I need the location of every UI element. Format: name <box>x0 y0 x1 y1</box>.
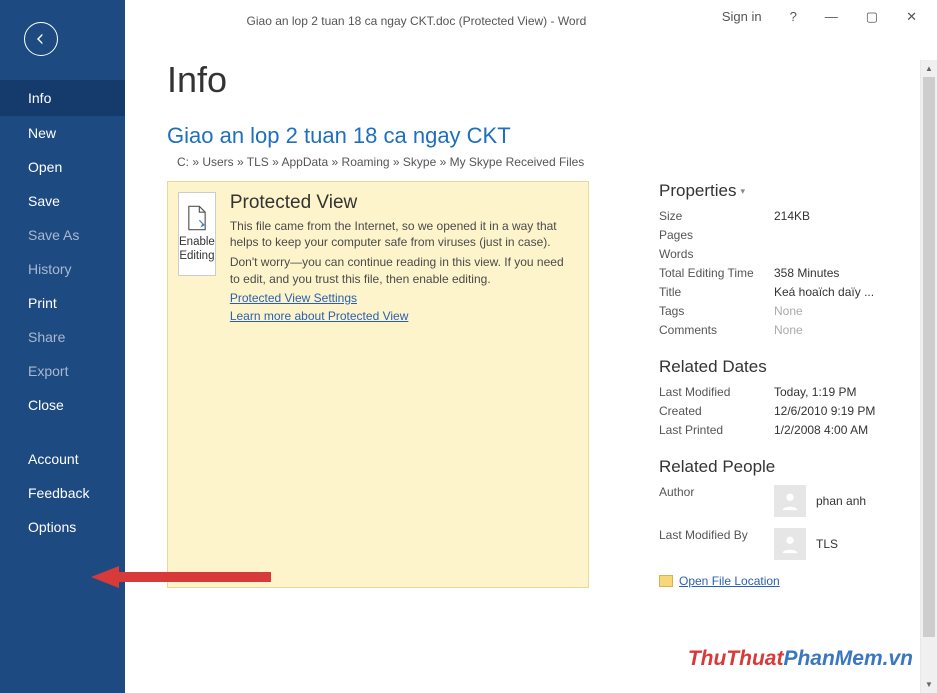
protected-view-panel: Enable Editing Protected View This file … <box>167 181 589 588</box>
watermark-c: .vn <box>883 647 913 670</box>
nav-feedback[interactable]: Feedback <box>0 476 125 510</box>
property-value[interactable]: None <box>774 304 803 318</box>
nav-options[interactable]: Options <box>0 510 125 544</box>
nav-print[interactable]: Print <box>0 286 125 320</box>
backstage-sidebar: Info New Open Save Save As History Print… <box>0 0 125 693</box>
property-row: Pages <box>659 228 920 242</box>
property-value[interactable]: 214KB <box>774 209 810 223</box>
watermark-b: PhanMem <box>783 647 882 670</box>
date-value: 1/2/2008 4:00 AM <box>774 423 868 437</box>
document-title: Giao an lop 2 tuan 18 ca ngay CKT <box>167 123 920 149</box>
window-title: Giao an lop 2 tuan 18 ca ngay CKT.doc (P… <box>125 6 708 28</box>
scroll-down-button[interactable]: ▼ <box>921 676 937 693</box>
page-title: Info <box>167 59 920 101</box>
close-button[interactable]: ✕ <box>892 2 931 32</box>
properties-panel: Properties Size214KBPagesWordsTotal Edit… <box>659 181 920 588</box>
modified-by-row[interactable]: TLS <box>774 528 838 560</box>
folder-icon <box>659 575 673 587</box>
property-label: Comments <box>659 323 774 337</box>
vertical-scrollbar[interactable]: ▲ ▼ <box>920 60 937 693</box>
learn-more-link[interactable]: Learn more about Protected View <box>230 309 572 323</box>
property-row: Total Editing Time358 Minutes <box>659 266 920 280</box>
author-label: Author <box>659 485 774 523</box>
help-button[interactable]: ? <box>776 2 811 31</box>
watermark: ThuThuatPhanMem.vn <box>688 647 913 671</box>
nav-save[interactable]: Save <box>0 184 125 218</box>
author-name: phan anh <box>816 494 866 508</box>
date-value: 12/6/2010 9:19 PM <box>774 404 875 418</box>
nav-list: Info New Open Save Save As History Print… <box>0 80 125 544</box>
date-row: Last ModifiedToday, 1:19 PM <box>659 385 920 399</box>
document-edit-icon <box>183 204 211 232</box>
modified-by-label: Last Modified By <box>659 528 774 566</box>
date-label: Last Modified <box>659 385 774 399</box>
author-row[interactable]: phan anh <box>774 485 866 517</box>
avatar-icon <box>774 528 806 560</box>
enable-editing-label-2: Editing <box>179 250 214 264</box>
nav-history[interactable]: History <box>0 252 125 286</box>
open-file-location-link[interactable]: Open File Location <box>659 574 920 588</box>
protected-view-settings-link[interactable]: Protected View Settings <box>230 291 572 305</box>
protected-view-heading: Protected View <box>230 192 572 214</box>
document-path: C: » Users » TLS » AppData » Roaming » S… <box>167 155 920 169</box>
nav-share[interactable]: Share <box>0 320 125 354</box>
nav-export[interactable]: Export <box>0 354 125 388</box>
nav-account[interactable]: Account <box>0 442 125 476</box>
nav-open[interactable]: Open <box>0 150 125 184</box>
property-label: Total Editing Time <box>659 266 774 280</box>
modified-by-name: TLS <box>816 537 838 551</box>
property-row: CommentsNone <box>659 323 920 337</box>
nav-info[interactable]: Info <box>0 80 125 116</box>
maximize-button[interactable]: ▢ <box>852 2 892 32</box>
watermark-a: ThuThuat <box>688 647 784 670</box>
property-label: Pages <box>659 228 774 242</box>
content-row: Enable Editing Protected View This file … <box>167 181 920 588</box>
scroll-up-button[interactable]: ▲ <box>921 60 937 77</box>
back-button[interactable] <box>24 22 58 56</box>
enable-editing-button[interactable]: Enable Editing <box>178 192 216 276</box>
related-people-heading: Related People <box>659 457 920 477</box>
nav-save-as[interactable]: Save As <box>0 218 125 252</box>
property-label: Words <box>659 247 774 261</box>
enable-editing-label-1: Enable <box>179 236 215 250</box>
date-row: Last Printed1/2/2008 4:00 AM <box>659 423 920 437</box>
property-label: Title <box>659 285 774 299</box>
nav-close[interactable]: Close <box>0 388 125 422</box>
protected-view-desc-1: This file came from the Internet, so we … <box>230 218 572 250</box>
property-value[interactable]: 358 Minutes <box>774 266 839 280</box>
avatar-icon <box>774 485 806 517</box>
property-row: Words <box>659 247 920 261</box>
protected-view-text: Protected View This file came from the I… <box>230 192 572 323</box>
property-row: TitleKeá hoaïch daïy ... <box>659 285 920 299</box>
property-row: Size214KB <box>659 209 920 223</box>
date-label: Created <box>659 404 774 418</box>
property-value[interactable]: None <box>774 323 803 337</box>
protected-view-desc-2: Don't worry—you can continue reading in … <box>230 254 572 286</box>
property-row: TagsNone <box>659 304 920 318</box>
minimize-button[interactable]: — <box>811 2 852 31</box>
signin-link[interactable]: Sign in <box>708 2 776 31</box>
property-label: Tags <box>659 304 774 318</box>
arrow-left-icon <box>33 31 49 47</box>
date-label: Last Printed <box>659 423 774 437</box>
property-value[interactable]: Keá hoaïch daïy ... <box>774 285 874 299</box>
properties-heading[interactable]: Properties <box>659 181 920 201</box>
window-controls: Sign in ? — ▢ ✕ <box>708 2 937 32</box>
nav-new[interactable]: New <box>0 116 125 150</box>
title-bar: Giao an lop 2 tuan 18 ca ngay CKT.doc (P… <box>0 0 937 33</box>
related-dates-heading: Related Dates <box>659 357 920 377</box>
backstage-main: Info Giao an lop 2 tuan 18 ca ngay CKT C… <box>125 33 920 693</box>
property-label: Size <box>659 209 774 223</box>
open-file-location-label: Open File Location <box>679 574 780 588</box>
date-value: Today, 1:19 PM <box>774 385 857 399</box>
scroll-thumb[interactable] <box>923 77 935 637</box>
date-row: Created12/6/2010 9:19 PM <box>659 404 920 418</box>
